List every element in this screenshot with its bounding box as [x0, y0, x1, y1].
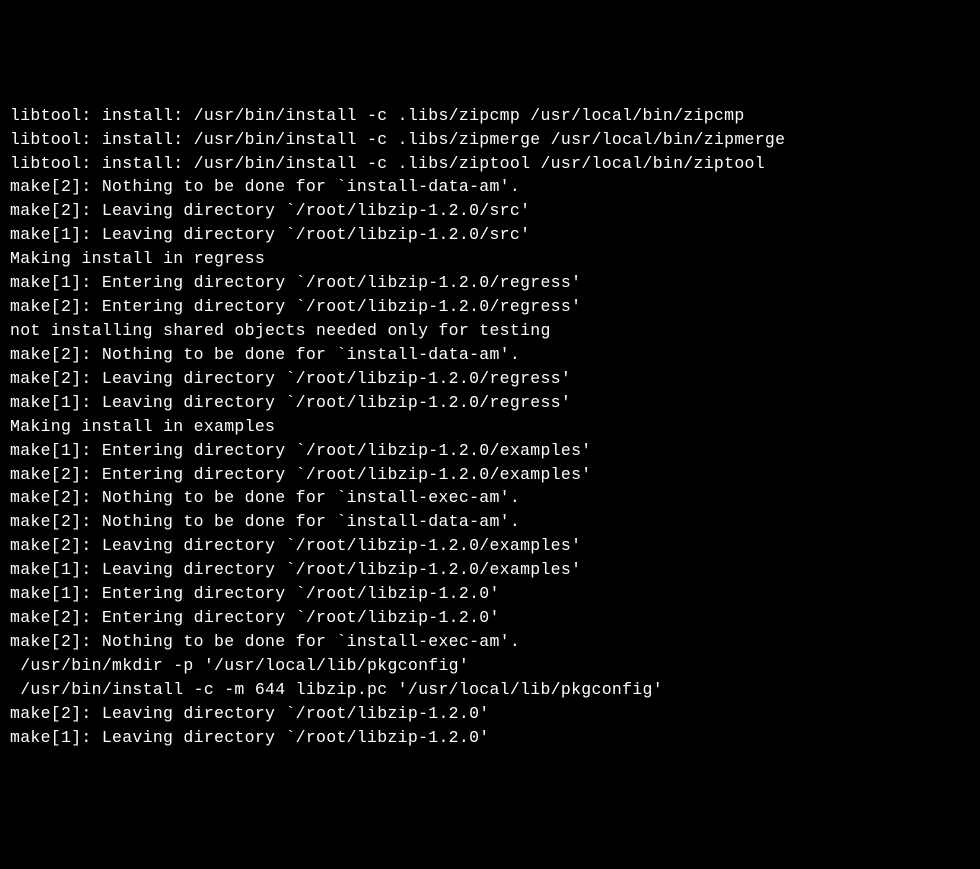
terminal-line: libtool: install: /usr/bin/install -c .l… [10, 152, 970, 176]
terminal-line: not installing shared objects needed onl… [10, 319, 970, 343]
terminal-line: make[1]: Leaving directory `/root/libzip… [10, 391, 970, 415]
terminal-line: make[1]: Leaving directory `/root/libzip… [10, 223, 970, 247]
terminal-line: make[1]: Entering directory `/root/libzi… [10, 271, 970, 295]
terminal-line: make[2]: Entering directory `/root/libzi… [10, 606, 970, 630]
terminal-line: Making install in examples [10, 415, 970, 439]
terminal-line: make[1]: Entering directory `/root/libzi… [10, 582, 970, 606]
terminal-line: make[1]: Leaving directory `/root/libzip… [10, 726, 970, 750]
terminal-line: make[2]: Nothing to be done for `install… [10, 175, 970, 199]
terminal-line: make[1]: Leaving directory `/root/libzip… [10, 558, 970, 582]
terminal-line: Making install in regress [10, 247, 970, 271]
terminal-line: make[1]: Entering directory `/root/libzi… [10, 439, 970, 463]
terminal-output[interactable]: libtool: install: /usr/bin/install -c .l… [10, 104, 970, 750]
terminal-line: make[2]: Nothing to be done for `install… [10, 486, 970, 510]
terminal-line: /usr/bin/install -c -m 644 libzip.pc '/u… [10, 678, 970, 702]
terminal-line: make[2]: Leaving directory `/root/libzip… [10, 367, 970, 391]
terminal-line: make[2]: Nothing to be done for `install… [10, 510, 970, 534]
terminal-line: libtool: install: /usr/bin/install -c .l… [10, 104, 970, 128]
terminal-line: make[2]: Entering directory `/root/libzi… [10, 463, 970, 487]
terminal-line: make[2]: Leaving directory `/root/libzip… [10, 534, 970, 558]
terminal-line: make[2]: Leaving directory `/root/libzip… [10, 199, 970, 223]
terminal-line: make[2]: Nothing to be done for `install… [10, 343, 970, 367]
terminal-line: make[2]: Nothing to be done for `install… [10, 630, 970, 654]
terminal-line: make[2]: Leaving directory `/root/libzip… [10, 702, 970, 726]
terminal-line: make[2]: Entering directory `/root/libzi… [10, 295, 970, 319]
terminal-line: libtool: install: /usr/bin/install -c .l… [10, 128, 970, 152]
